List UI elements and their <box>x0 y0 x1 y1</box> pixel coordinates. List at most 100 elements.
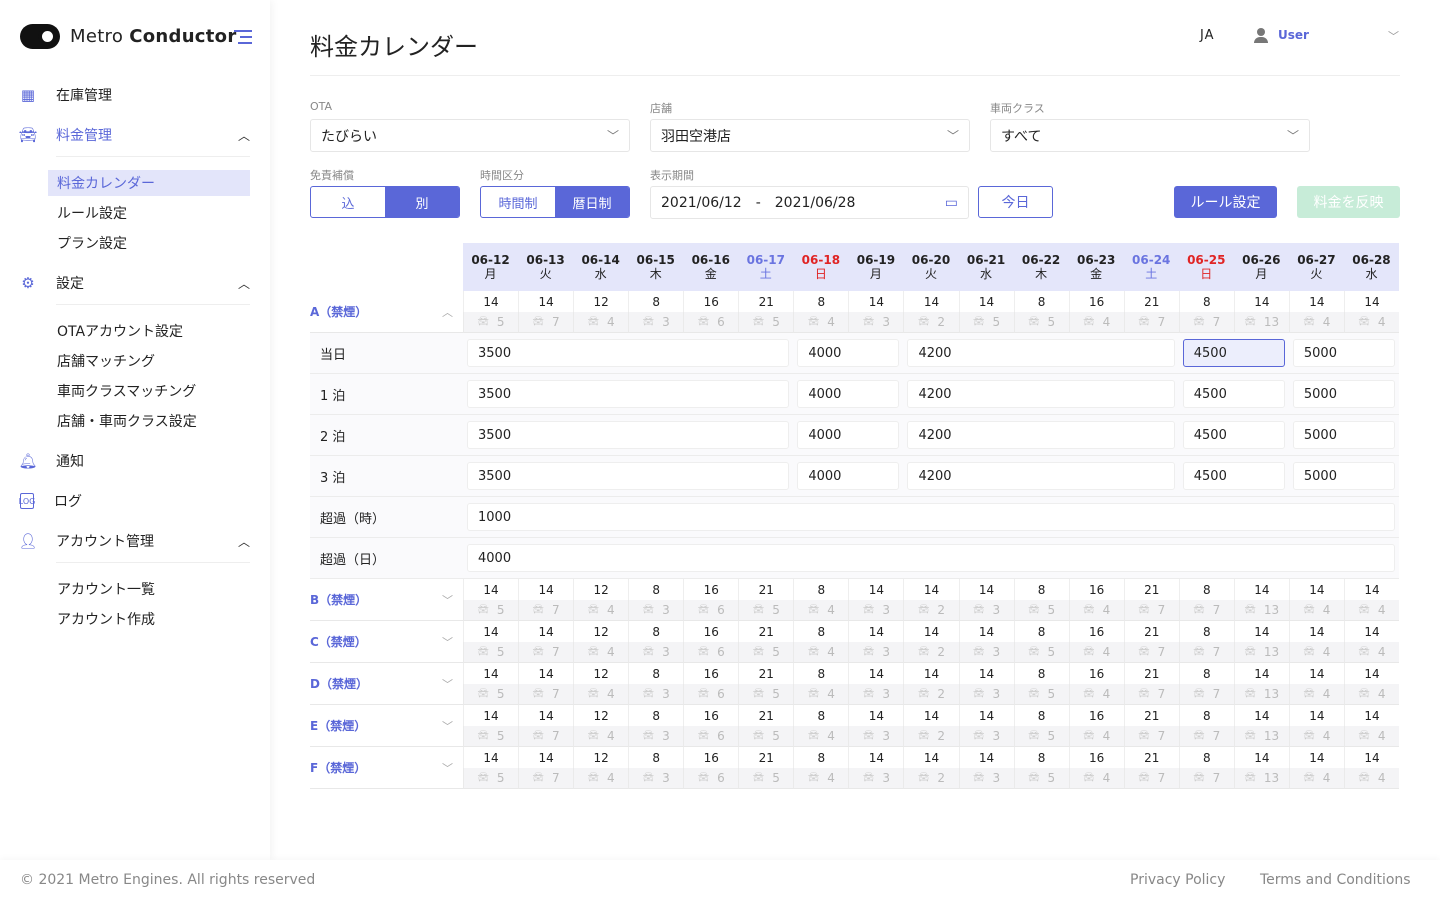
available-count: 14 <box>1343 705 1399 726</box>
reserved-value: 7 <box>1157 645 1166 659</box>
price-input[interactable]: 3500 <box>467 339 790 367</box>
sidebar-item-settings[interactable]: ⚙ 設定 ︿ <box>20 271 250 295</box>
price-input[interactable]: 5000 <box>1292 380 1395 408</box>
car-icon: 🚘︎ <box>862 605 875 615</box>
reserved-count: 🚘︎ 3 <box>628 684 684 705</box>
price-input[interactable]: 4200 <box>907 380 1175 408</box>
insurance-excluded-button[interactable]: 別 <box>385 187 459 217</box>
sidebar-sub-store-class-settings[interactable]: 店舗・車両クラス設定 <box>48 408 250 434</box>
price-input[interactable]: 4500 <box>1182 380 1285 408</box>
price-input[interactable]: 5000 <box>1292 462 1395 490</box>
vehicle-class-select[interactable]: すべて ﹀ <box>990 119 1310 152</box>
sidebar-sub-price-calendar[interactable]: 料金カレンダー <box>48 170 250 196</box>
today-button[interactable]: 今日 <box>978 186 1053 218</box>
store-select[interactable]: 羽田空港店 ﹀ <box>650 119 970 152</box>
reserved-count: 🚘︎ 4 <box>793 684 849 705</box>
sidebar-sub-store-matching[interactable]: 店舗マッチング <box>48 348 250 374</box>
price-input[interactable]: 4000 <box>797 462 900 490</box>
reserved-count: 🚘︎ 13 <box>1233 600 1289 621</box>
logo[interactable]: Metro Conductor <box>20 24 237 49</box>
car-icon: 🚘︎ <box>1083 605 1095 615</box>
price-input[interactable]: 4000 <box>797 339 900 367</box>
sidebar-item-inventory[interactable]: ▦ 在庫管理 <box>20 83 250 107</box>
menu-toggle-icon[interactable] <box>234 30 252 48</box>
sidebar-sub-account-list[interactable]: アカウント一覧 <box>48 576 250 602</box>
available-count: 21 <box>1123 579 1179 600</box>
car-icon: 🚘︎ <box>1244 647 1256 657</box>
reserved-count: 🚘︎ 4 <box>1343 312 1399 333</box>
price-input[interactable]: 3500 <box>467 421 790 449</box>
available-count: 14 <box>848 579 904 600</box>
language-selector[interactable]: JA <box>1200 28 1215 43</box>
vehicle-class-toggle[interactable]: A（禁煙） ︿ <box>310 291 463 333</box>
reserved-count: 🚘︎ 7 <box>518 642 574 663</box>
car-icon: 🚘︎ <box>1028 689 1040 699</box>
sidebar-sub-plan-settings[interactable]: プラン設定 <box>48 230 250 256</box>
reserved-value: 2 <box>937 771 946 785</box>
price-input[interactable]: 4200 <box>907 462 1175 490</box>
reserved-value: 4 <box>1322 315 1331 329</box>
price-input[interactable]: 4500 <box>1182 339 1285 367</box>
price-input[interactable]: 4500 <box>1182 421 1285 449</box>
reserved-count: 🚘︎ 7 <box>518 768 574 789</box>
calendar-day-button[interactable]: 暦日制 <box>555 187 629 217</box>
weekday-label: 水 <box>1365 267 1378 281</box>
price-input[interactable]: 4200 <box>907 421 1175 449</box>
reserved-value: 13 <box>1263 603 1280 617</box>
vehicle-class-toggle[interactable]: B（禁煙） ﹀ <box>310 579 463 621</box>
price-input[interactable]: 4500 <box>1182 462 1285 490</box>
price-input[interactable]: 4000 <box>467 544 1395 572</box>
reserved-value: 5 <box>1047 729 1056 743</box>
price-row-label: 超過（時） <box>310 497 463 538</box>
reserved-value: 4 <box>1102 771 1111 785</box>
vehicle-class-value: すべて <box>1001 128 1042 145</box>
available-count: 14 <box>518 579 574 600</box>
price-input[interactable]: 4000 <box>797 421 900 449</box>
terms-link[interactable]: Terms and Conditions <box>1260 872 1411 888</box>
price-input[interactable]: 3500 <box>467 462 790 490</box>
vehicle-class-toggle[interactable]: C（禁煙） ﹀ <box>310 621 463 663</box>
price-input[interactable]: 5000 <box>1292 421 1395 449</box>
vehicle-class-toggle[interactable]: E（禁煙） ﹀ <box>310 705 463 747</box>
chevron-up-icon: ︿ <box>442 305 453 319</box>
sidebar-item-notifications[interactable]: 🔔︎ 通知 <box>18 449 250 473</box>
ota-select[interactable]: たびらい ﹀ <box>310 119 630 152</box>
reserved-count: 🚘︎ 3 <box>958 600 1014 621</box>
car-icon: 🚘︎ <box>1358 647 1370 657</box>
car-icon: 🚘︎ <box>973 605 985 615</box>
vehicle-class-toggle[interactable]: F（禁煙） ﹀ <box>310 747 463 789</box>
reserved-value: 7 <box>1157 315 1166 329</box>
date-header: 06-16 金 <box>683 243 739 291</box>
price-input[interactable]: 3500 <box>467 380 790 408</box>
reserved-count: 🚘︎ 4 <box>1288 684 1344 705</box>
car-icon: 🚘︎ <box>807 689 820 699</box>
car-icon: 🚘︎ <box>1028 317 1040 327</box>
sidebar-sub-ota-account[interactable]: OTAアカウント設定 <box>48 318 250 344</box>
sidebar-sub-class-matching[interactable]: 車両クラスマッチング <box>48 378 250 404</box>
sidebar-item-accounts[interactable]: 👤︎ アカウント管理 ︿ <box>18 529 250 553</box>
car-icon: 🚘︎ <box>587 647 600 657</box>
reserved-value: 4 <box>1377 687 1386 701</box>
vehicle-class-toggle[interactable]: D（禁煙） ﹀ <box>310 663 463 705</box>
sidebar-item-pricing[interactable]: 🚘︎ 料金管理 ︿ <box>18 123 250 147</box>
available-count: 21 <box>1123 747 1179 768</box>
rule-settings-button[interactable]: ルール設定 <box>1174 186 1277 218</box>
hourly-button[interactable]: 時間制 <box>481 187 555 217</box>
store-value: 羽田空港店 <box>661 128 731 145</box>
price-input[interactable]: 4000 <box>797 380 900 408</box>
privacy-policy-link[interactable]: Privacy Policy <box>1130 872 1225 888</box>
chevron-down-icon[interactable]: ﹀ <box>1388 28 1399 44</box>
sidebar-item-log[interactable]: LOG ログ <box>19 489 250 513</box>
apply-prices-button[interactable]: 料金を反映 <box>1297 186 1400 218</box>
date-header: 06-20 火 <box>903 243 959 291</box>
price-input[interactable]: 5000 <box>1292 339 1395 367</box>
insurance-included-button[interactable]: 込 <box>311 187 385 217</box>
user-menu[interactable]: User <box>1254 28 1309 43</box>
sidebar-sub-rule-settings[interactable]: ルール設定 <box>48 200 250 226</box>
price-input[interactable]: 4200 <box>907 339 1175 367</box>
price-input[interactable]: 1000 <box>467 503 1395 531</box>
sidebar-sub-account-create[interactable]: アカウント作成 <box>48 606 250 632</box>
date-range-input[interactable]: 2021/06/12-2021/06/28 ▭ <box>650 186 969 219</box>
available-count: 14 <box>1233 579 1289 600</box>
car-icon: 🚘︎ <box>587 317 600 327</box>
